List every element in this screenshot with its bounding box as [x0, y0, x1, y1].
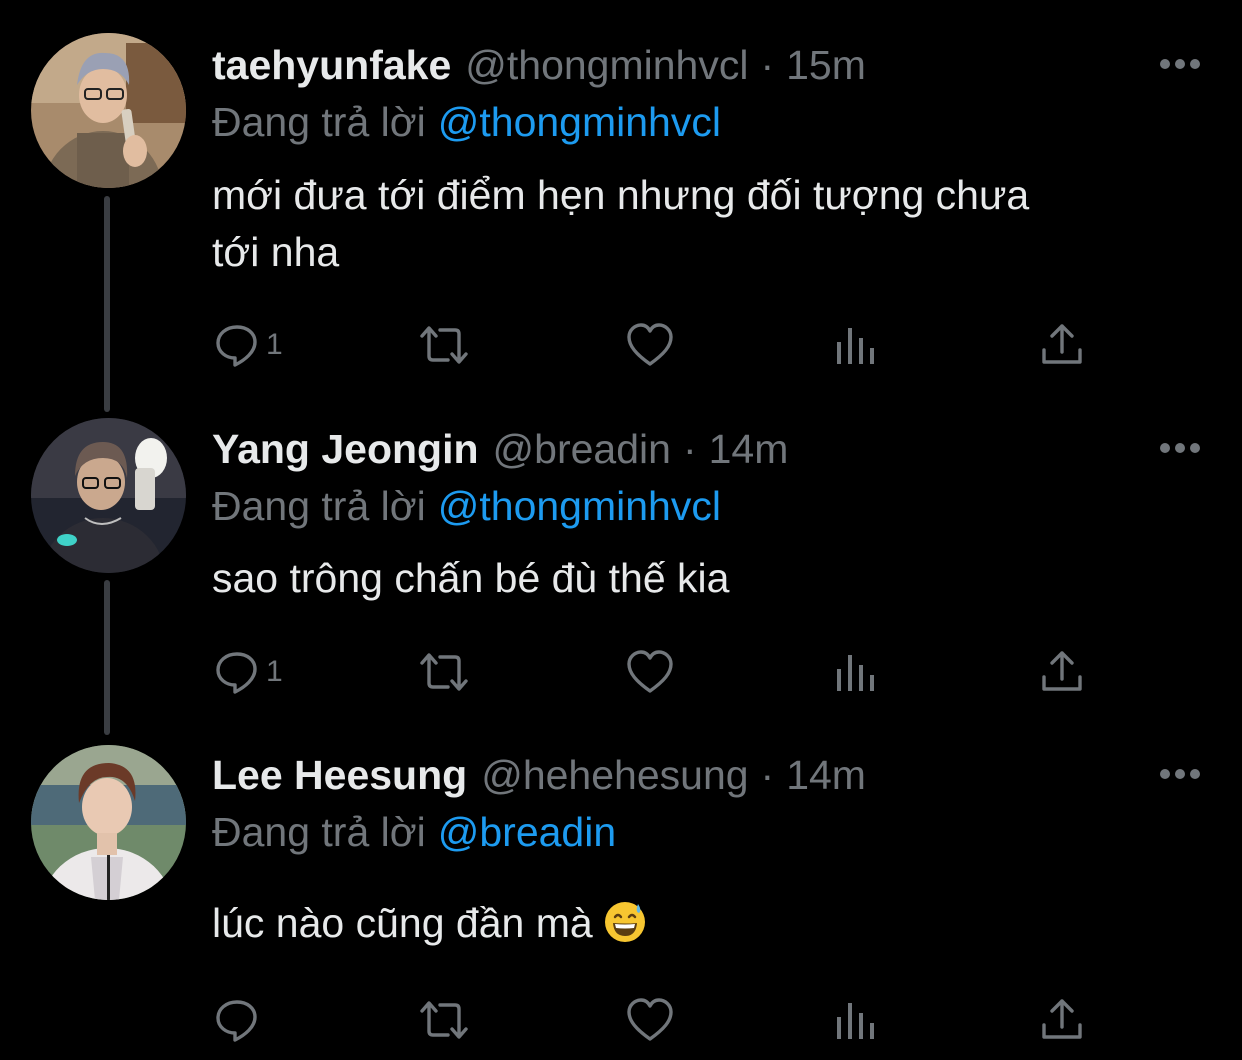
- reply-icon: [216, 652, 257, 694]
- display-name[interactable]: taehyunfake: [212, 40, 451, 90]
- reply-button[interactable]: 1: [214, 647, 283, 697]
- replying-to: Đang trả lời @thongminhvcl: [212, 481, 721, 531]
- share-button[interactable]: [1040, 995, 1084, 1045]
- user-handle[interactable]: @thongminhvcl: [465, 40, 748, 90]
- analytics-icon: [837, 655, 874, 691]
- tweet-text: mới đưa tới điểm hẹn nhưng đối tượng chư…: [212, 167, 1212, 281]
- like-button[interactable]: [626, 320, 674, 370]
- share-button[interactable]: [1040, 647, 1084, 697]
- tweet-header: taehyunfake @thongminhvcl · 15m: [212, 40, 866, 90]
- grinning-face-with-sweat-icon: [604, 902, 645, 942]
- replying-to: Đang trả lời @breadin: [212, 807, 616, 857]
- timestamp[interactable]: 14m: [709, 424, 789, 474]
- replying-to: Đang trả lời @thongminhvcl: [212, 97, 721, 147]
- retweet-icon: [420, 326, 468, 364]
- separator-dot: ·: [682, 426, 697, 472]
- analytics-button[interactable]: [834, 995, 878, 1045]
- user-handle[interactable]: @hehehesung: [481, 750, 748, 800]
- more-icon[interactable]: [1158, 767, 1202, 781]
- analytics-button[interactable]: [834, 320, 878, 370]
- avatar[interactable]: [31, 33, 186, 188]
- analytics-icon: [837, 328, 874, 364]
- tweet-text-line: sao trông chấn bé đù thế kia: [212, 555, 730, 601]
- share-icon: [1042, 651, 1082, 691]
- retweet-button[interactable]: [416, 995, 472, 1045]
- retweet-icon: [420, 653, 468, 691]
- like-icon: [627, 323, 673, 366]
- display-name[interactable]: Lee Heesung: [212, 750, 467, 800]
- replying-to-label: Đang trả lời: [212, 809, 426, 855]
- replying-to-label: Đang trả lời: [212, 99, 426, 145]
- tweet-text: sao trông chấn bé đù thế kia: [212, 550, 1212, 607]
- like-button[interactable]: [626, 995, 674, 1045]
- reply-count: 1: [266, 328, 283, 361]
- avatar-image: [31, 745, 186, 900]
- display-name[interactable]: Yang Jeongin: [212, 424, 479, 474]
- tweet[interactable]: taehyunfake @thongminhvcl · 15m Đang trả…: [0, 0, 1242, 400]
- tweet-header: Yang Jeongin @breadin · 14m: [212, 424, 788, 474]
- tweet-text-line: mới đưa tới điểm hẹn nhưng đối tượng chư…: [212, 172, 1030, 218]
- retweet-button[interactable]: [416, 320, 472, 370]
- share-icon: [1042, 324, 1082, 364]
- like-icon: [627, 998, 673, 1041]
- analytics-icon: [837, 1003, 874, 1039]
- avatar-image: [31, 418, 186, 573]
- separator-dot: ·: [760, 752, 775, 798]
- like-button[interactable]: [626, 647, 674, 697]
- retweet-button[interactable]: [416, 647, 472, 697]
- replying-to-handle[interactable]: @thongminhvcl: [438, 99, 721, 145]
- retweet-icon: [420, 1001, 468, 1039]
- replying-to-handle[interactable]: @thongminhvcl: [438, 483, 721, 529]
- more-icon[interactable]: [1158, 441, 1202, 455]
- reply-icon: [216, 325, 257, 367]
- replying-to-handle[interactable]: @breadin: [438, 809, 616, 855]
- tweet-header: Lee Heesung @hehehesung · 14m: [212, 750, 866, 800]
- reply-count: 1: [266, 655, 283, 688]
- tweet[interactable]: Yang Jeongin @breadin · 14m Đang trả lời…: [0, 400, 1242, 730]
- timestamp[interactable]: 15m: [786, 40, 866, 90]
- reply-button[interactable]: 1: [214, 320, 283, 370]
- share-button[interactable]: [1040, 320, 1084, 370]
- reply-button[interactable]: [214, 995, 266, 1045]
- user-handle[interactable]: @breadin: [493, 424, 671, 474]
- tweet[interactable]: Lee Heesung @hehehesung · 14m Đang trả l…: [0, 730, 1242, 1060]
- avatar-image: [31, 33, 186, 188]
- separator-dot: ·: [760, 42, 775, 88]
- tweet-text: lúc nào cũng đần mà: [212, 895, 1212, 952]
- tweet-text-line: lúc nào cũng đần mà: [212, 900, 593, 946]
- analytics-button[interactable]: [834, 647, 878, 697]
- reply-icon: [216, 1000, 257, 1042]
- avatar[interactable]: [31, 745, 186, 900]
- tweet-text-line: tới nha: [212, 229, 340, 275]
- share-icon: [1042, 999, 1082, 1039]
- more-icon[interactable]: [1158, 57, 1202, 71]
- like-icon: [627, 650, 673, 693]
- replying-to-label: Đang trả lời: [212, 483, 426, 529]
- timestamp[interactable]: 14m: [786, 750, 866, 800]
- avatar[interactable]: [31, 418, 186, 573]
